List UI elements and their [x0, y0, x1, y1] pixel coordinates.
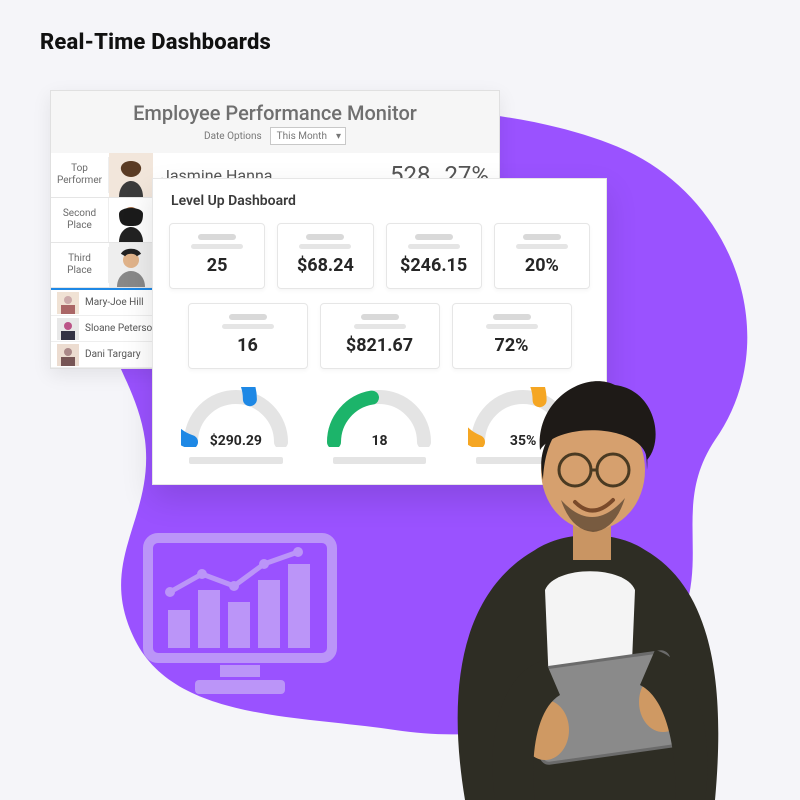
- page-title: Real-Time Dashboards: [40, 30, 271, 55]
- avatar: [57, 318, 79, 340]
- metric-row-1: 25 $68.24 $246.15 20%: [153, 219, 606, 299]
- hero-person-image: [385, 330, 765, 800]
- epm-title: Employee Performance Monitor: [51, 91, 499, 127]
- avatar: [109, 198, 153, 242]
- avatar: [57, 292, 79, 314]
- lvl-title: Level Up Dashboard: [153, 179, 606, 219]
- avatar: [109, 243, 153, 287]
- rank-label-second: Second Place: [51, 198, 109, 242]
- metric-card[interactable]: 20%: [494, 223, 590, 289]
- rank-label-top: Top Performer: [51, 157, 109, 193]
- metric-card[interactable]: 25: [169, 223, 265, 289]
- avatar: [109, 153, 153, 197]
- metric-card[interactable]: $68.24: [277, 223, 373, 289]
- date-options-label: Date Options: [204, 131, 262, 142]
- gauge-card[interactable]: $290.29: [176, 387, 296, 464]
- monitor-chart-icon: [140, 530, 340, 700]
- rank-label-third: Third Place: [51, 247, 109, 283]
- metric-card[interactable]: $246.15: [386, 223, 482, 289]
- metric-card[interactable]: 16: [188, 303, 308, 369]
- gauge-icon: $290.29: [181, 387, 291, 447]
- epm-filter-row: Date Options This Month: [51, 127, 499, 153]
- date-options-select[interactable]: This Month: [270, 127, 346, 145]
- avatar: [57, 344, 79, 366]
